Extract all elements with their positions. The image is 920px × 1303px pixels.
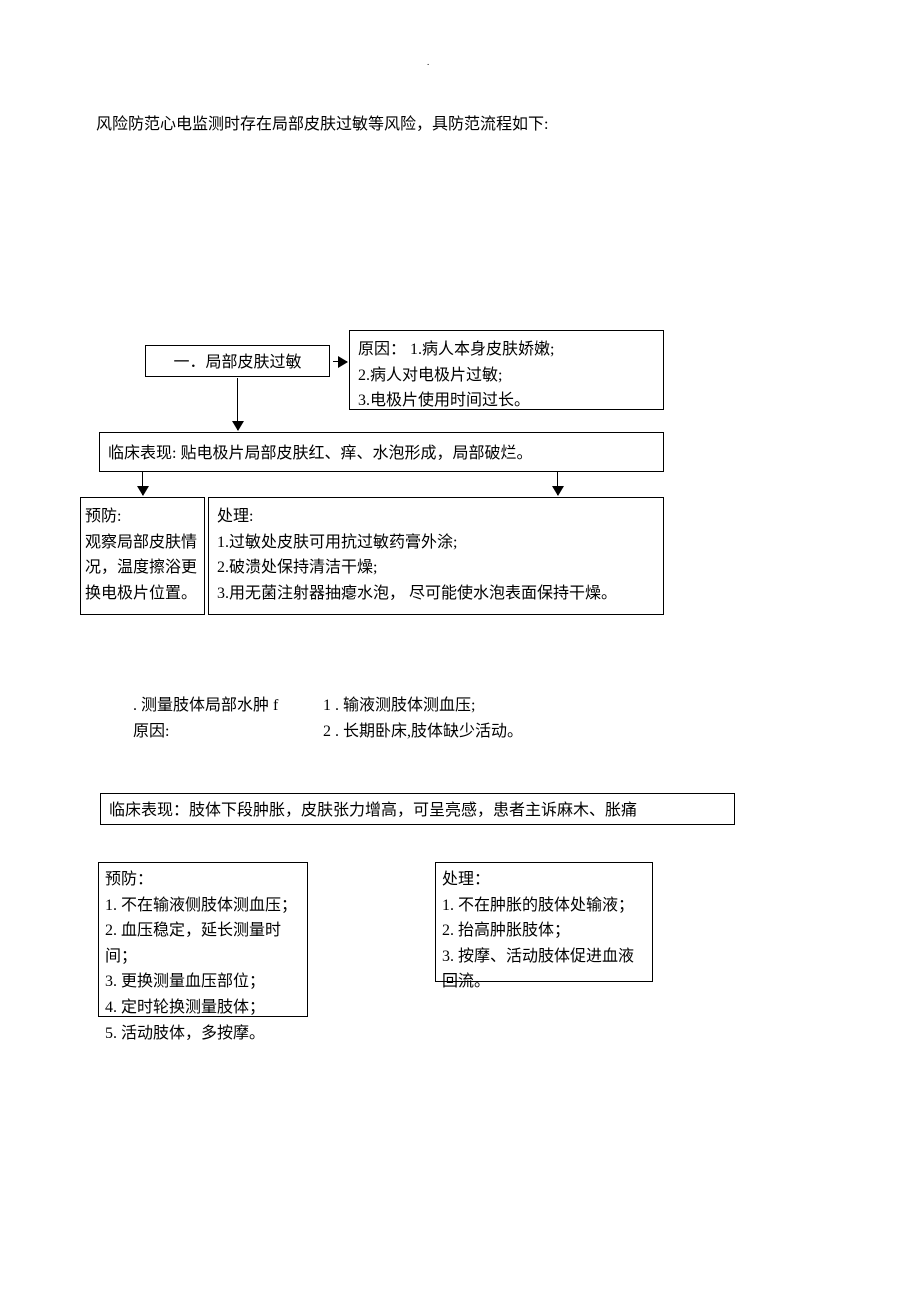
text6-line2: 原因: <box>133 719 308 745</box>
box10-line2: 1. 不在肿胀的肢体处输液； <box>442 893 646 919</box>
box9-line3: 2. 血压稳定，延长测量时间； <box>105 918 301 969</box>
box-prevent-2: 预防： 1. 不在输液侧肢体测血压； 2. 血压稳定，延长测量时间； 3. 更换… <box>98 862 308 1017</box>
box2-line1: 原因： 1.病人本身皮肤娇嫩; <box>358 337 655 363</box>
box9-line6: 5. 活动肢体，多按摩。 <box>105 1021 301 1047</box>
box2-line2: 2.病人对电极片过敏; <box>358 363 655 389</box>
text6-line1: . 测量肢体局部水肿 f <box>133 693 308 719</box>
box-clinical-1: 临床表现: 贴电极片局部皮肤红、痒、水泡形成，局部破烂。 <box>99 432 664 472</box>
text-cause-2: 1 . 输液测肢体测血压; 2 . 长期卧床,肢体缺少活动。 <box>323 693 603 744</box>
box9-line2: 1. 不在输液侧肢体测血压； <box>105 893 301 919</box>
arrow-right-icon <box>333 354 347 370</box>
arrow-down-icon <box>135 472 151 495</box>
box9-line5: 4. 定时轮换测量肢体； <box>105 995 301 1021</box>
arrow-down-icon <box>230 378 246 430</box>
box10-line4: 3. 按摩、活动肢体促进血液回流。 <box>442 944 646 995</box>
box5-line1: 处理: <box>217 504 655 530</box>
text-problem-2: . 测量肢体局部水肿 f 原因: <box>133 693 308 744</box>
box5-line3: 2.破溃处保持清洁干燥; <box>217 555 655 581</box>
intro-text: 风险防范心电监测时存在局部皮肤过敏等风险，具防范流程如下: <box>96 112 548 138</box>
box-clinical-2: 临床表现：肢体下段肿胀，皮肤张力增高，可呈亮感，患者主诉麻木、胀痛 <box>100 793 735 825</box>
box9-line4: 3. 更换测量血压部位； <box>105 969 301 995</box>
text7-line2: 2 . 长期卧床,肢体缺少活动。 <box>323 719 603 745</box>
box8-text: 临床表现：肢体下段肿胀，皮肤张力增高，可呈亮感，患者主诉麻木、胀痛 <box>109 802 637 819</box>
box-cause-1: 原因： 1.病人本身皮肤娇嫩; 2.病人对电极片过敏; 3.电极片使用时间过长。 <box>349 330 664 410</box>
box4-line1: 预防: <box>85 504 200 530</box>
box3-text: 临床表现: 贴电极片局部皮肤红、痒、水泡形成，局部破烂。 <box>108 445 532 462</box>
decorative-dot: . <box>427 55 429 69</box>
box2-line3: 3.电极片使用时间过长。 <box>358 388 655 414</box>
box-treat-2: 处理： 1. 不在肿胀的肢体处输液； 2. 抬高肿胀肢体； 3. 按摩、活动肢体… <box>435 862 653 982</box>
box-prevent-1: 预防: 观察局部皮肤情况，温度擦浴更换电极片位置。 <box>80 497 205 615</box>
text7-line1: 1 . 输液测肢体测血压; <box>323 693 603 719</box>
box-problem-1: 一．局部皮肤过敏 <box>145 345 330 377</box>
box5-line4: 3.用无菌注射器抽瘪水泡， 尽可能使水泡表面保持干燥。 <box>217 581 655 607</box>
box9-line1: 预防： <box>105 867 301 893</box>
box10-line1: 处理： <box>442 867 646 893</box>
box5-line2: 1.过敏处皮肤可用抗过敏药膏外涂; <box>217 530 655 556</box>
box1-text: 一．局部皮肤过敏 <box>173 354 301 371</box>
arrow-down-icon <box>550 472 566 495</box>
box10-line3: 2. 抬高肿胀肢体； <box>442 918 646 944</box>
box4-line2: 观察局部皮肤情况，温度擦浴更换电极片位置。 <box>85 530 200 607</box>
box-treat-1: 处理: 1.过敏处皮肤可用抗过敏药膏外涂; 2.破溃处保持清洁干燥; 3.用无菌… <box>208 497 664 615</box>
